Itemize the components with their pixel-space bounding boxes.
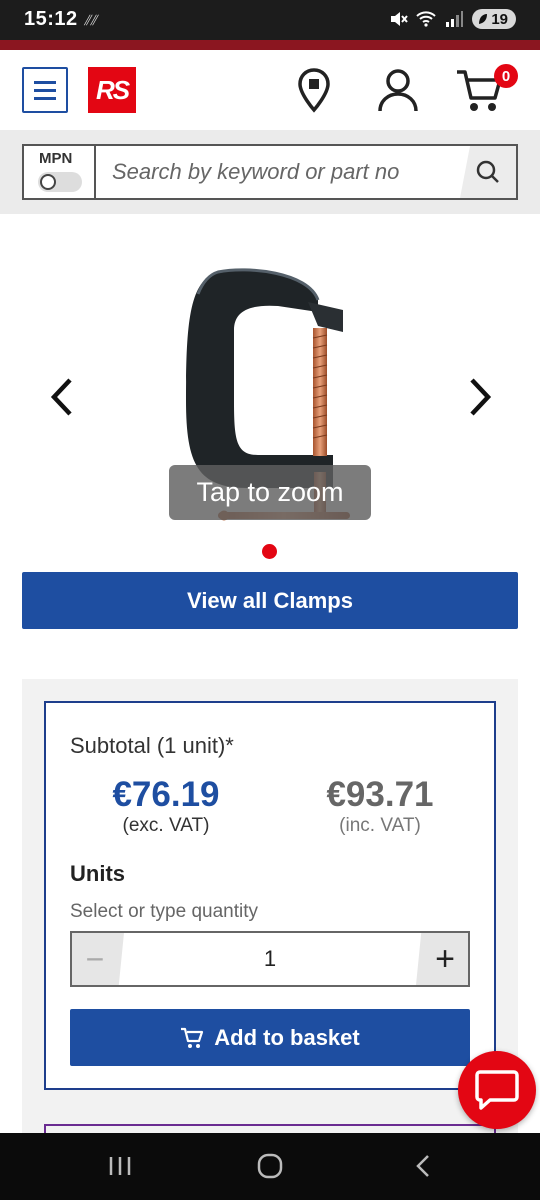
status-icons: 19 (388, 9, 516, 29)
menu-button[interactable] (22, 67, 68, 113)
price-exc-vat: €76.19 (112, 775, 220, 814)
chat-button[interactable] (458, 1051, 536, 1129)
chevron-right-icon[interactable] (462, 374, 498, 420)
gallery-pagination-dot[interactable] (262, 544, 277, 559)
mute-icon (391, 12, 409, 26)
mpn-toggle[interactable] (38, 172, 82, 192)
chat-icon (475, 1070, 519, 1110)
notification-icon: ⫽⫽ (84, 12, 97, 28)
status-time: 15:12 (24, 8, 78, 30)
quantity-stepper: − + (70, 931, 470, 987)
brand-strip (0, 40, 540, 50)
home-icon[interactable] (250, 1151, 290, 1181)
toggle-knob (40, 174, 56, 190)
menu-bar (34, 80, 56, 84)
price-card: Subtotal (1 unit)* €76.19 (exc. VAT) €93… (44, 701, 496, 1090)
battery-indicator: 19 (472, 9, 516, 29)
decrease-quantity-button[interactable]: − (72, 933, 124, 985)
recent-apps-icon[interactable] (100, 1151, 140, 1181)
mpn-label: MPN (39, 150, 73, 167)
inc-vat-label: (inc. VAT) (339, 815, 421, 836)
add-to-basket-button[interactable]: Add to basket (70, 1009, 470, 1066)
back-icon[interactable] (404, 1151, 444, 1181)
account-icon[interactable] (374, 66, 422, 114)
subtotal-label: Subtotal (1 unit)* (70, 733, 234, 758)
mpn-switch: MPN (24, 146, 96, 198)
increase-quantity-button[interactable]: + (416, 933, 468, 985)
search-icon (476, 160, 499, 183)
battery-level: 19 (491, 10, 508, 28)
view-all-clamps-button[interactable]: View all Clamps (22, 572, 518, 629)
store-locator-icon[interactable] (290, 66, 338, 114)
cart-icon (181, 1027, 204, 1048)
search-band: MPN (0, 130, 540, 214)
system-nav-bar (0, 1133, 540, 1200)
quantity-input[interactable] (132, 933, 408, 985)
signal-icon (446, 11, 464, 27)
site-header: RS (0, 50, 540, 130)
search-box: MPN (22, 144, 518, 200)
tap-to-zoom-label[interactable]: Tap to zoom (169, 465, 371, 520)
status-bar: 15:12 ⫽⫽ 19 (0, 0, 540, 40)
product-gallery: Tap to zoom (0, 214, 540, 570)
units-heading: Units (70, 861, 125, 886)
wifi-icon (416, 11, 437, 27)
exc-vat-label: (exc. VAT) (122, 815, 210, 836)
menu-bar (34, 88, 56, 92)
search-input[interactable] (100, 146, 462, 198)
price-inc-vat: €93.71 (326, 775, 434, 814)
leaf-icon (479, 14, 488, 24)
price-panel: Subtotal (1 unit)* €76.19 (exc. VAT) €93… (22, 679, 518, 1139)
rs-logo[interactable]: RS (88, 67, 136, 113)
search-button[interactable] (460, 146, 516, 198)
add-to-basket-label: Add to basket (214, 1024, 360, 1050)
basket-count-badge: 0 (494, 64, 518, 88)
menu-bar (34, 96, 56, 100)
chevron-left-icon[interactable] (44, 374, 80, 420)
units-hint: Select or type quantity (70, 901, 258, 922)
